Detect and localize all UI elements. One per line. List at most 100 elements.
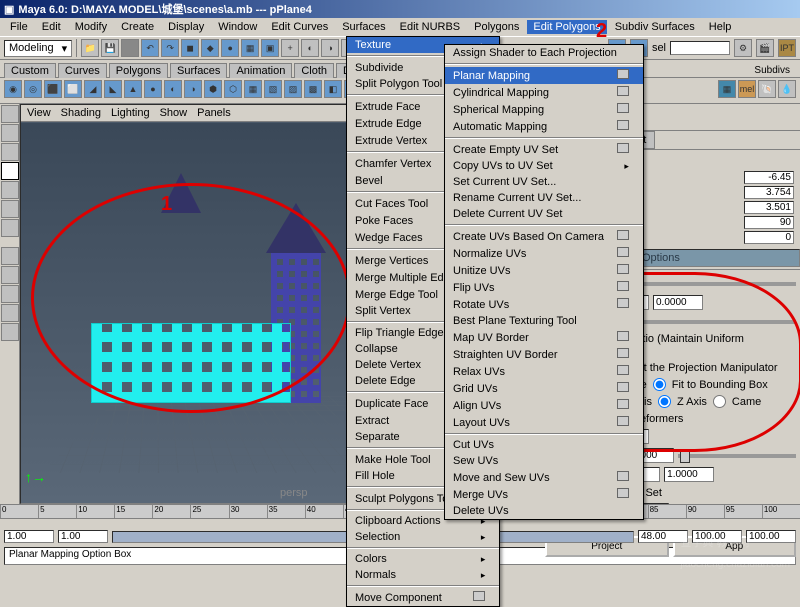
menu-edit[interactable]: Edit [36, 20, 67, 34]
option-box-icon[interactable] [617, 264, 629, 274]
attr-value[interactable] [744, 231, 794, 244]
img-scale-y[interactable] [664, 467, 714, 482]
vp-menu-lighting[interactable]: Lighting [111, 107, 150, 119]
option-box-icon[interactable] [617, 399, 629, 409]
slider[interactable] [678, 454, 796, 458]
construction-history-icon[interactable]: ⚙ [734, 39, 752, 57]
menu-item[interactable]: Move and Sew UVs [445, 469, 643, 486]
option-box-icon[interactable] [617, 331, 629, 341]
shelf-tab-cloth[interactable]: Cloth [294, 63, 334, 78]
vp-menu-panels[interactable]: Panels [197, 107, 231, 119]
menu-edit-polygons[interactable]: Edit Polygons [527, 20, 606, 34]
menu-subdiv-surfaces[interactable]: Subdiv Surfaces [609, 20, 701, 34]
option-box-icon[interactable] [617, 69, 629, 79]
option-box-icon[interactable] [617, 365, 629, 375]
menu-item[interactable]: Relax UVs [445, 363, 643, 380]
menu-item[interactable]: Rename Current UV Set... [445, 190, 643, 206]
attr-value[interactable] [744, 201, 794, 214]
menu-item[interactable]: Sew UVs [445, 453, 643, 469]
menu-item[interactable]: Colors [347, 551, 499, 567]
manipulator-tool[interactable] [1, 200, 19, 218]
menu-item[interactable]: Cylindrical Mapping [445, 84, 643, 101]
select-tool[interactable] [1, 105, 19, 123]
menu-item[interactable]: Copy UVs to UV Set [445, 158, 643, 174]
menu-item[interactable]: Move Component [347, 589, 499, 606]
shelf-tab-animation[interactable]: Animation [229, 63, 292, 78]
lasso-tool[interactable] [1, 124, 19, 142]
start-frame[interactable] [4, 530, 54, 543]
menu-item[interactable]: Flip UVs [445, 279, 643, 296]
graph-view[interactable] [1, 323, 19, 341]
vp-menu-shading[interactable]: Shading [61, 107, 101, 119]
axis-radio[interactable] [713, 395, 726, 408]
menubar[interactable]: FileEditModifyCreateDisplayWindowEdit Cu… [0, 18, 800, 36]
single-view[interactable] [1, 247, 19, 265]
shelf-tab-custom[interactable]: Custom [4, 63, 56, 78]
range-start[interactable] [58, 530, 108, 543]
axis-radio[interactable] [658, 395, 671, 408]
rotate-tool[interactable] [1, 162, 19, 180]
menu-item[interactable]: Delete Current UV Set [445, 206, 643, 222]
menu-item[interactable]: Merge UVs [445, 486, 643, 503]
fit-bbox-radio[interactable] [653, 378, 666, 391]
vp-menu-show[interactable]: Show [160, 107, 188, 119]
toolbox-left[interactable] [0, 104, 20, 504]
menu-item[interactable]: Straighten UV Border [445, 346, 643, 363]
menu-item[interactable]: Align UVs [445, 397, 643, 414]
menu-window[interactable]: Window [212, 20, 263, 34]
menu-item[interactable]: Set Current UV Set... [445, 174, 643, 190]
menu-edit-nurbs[interactable]: Edit NURBS [394, 20, 467, 34]
vp-menu-view[interactable]: View [27, 107, 51, 119]
menu-item[interactable]: Create Empty UV Set [445, 141, 643, 158]
menu-item[interactable]: Map UV Border [445, 329, 643, 346]
render-icon[interactable]: 🎬 [756, 39, 774, 57]
outline-view[interactable] [1, 285, 19, 303]
texture-submenu[interactable]: Assign Shader to Each Projection Planar M… [444, 44, 644, 520]
option-box-icon[interactable] [617, 230, 629, 240]
option-box-icon[interactable] [617, 382, 629, 392]
menu-item[interactable]: Create UVs Based On Camera [445, 228, 643, 245]
menu-polygons[interactable]: Polygons [468, 20, 525, 34]
sel-input[interactable] [670, 41, 730, 55]
attr-value[interactable] [744, 171, 794, 184]
shelf-tab-curves[interactable]: Curves [58, 63, 107, 78]
four-view[interactable] [1, 266, 19, 284]
menu-item[interactable]: Layout UVs [445, 414, 643, 431]
shelf-tab-surfaces[interactable]: Surfaces [170, 63, 227, 78]
move-tool[interactable] [1, 143, 19, 161]
option-box-icon[interactable] [617, 348, 629, 358]
menu-item[interactable]: Selection [347, 529, 499, 545]
menu-edit-curves[interactable]: Edit Curves [265, 20, 334, 34]
option-box-icon[interactable] [617, 86, 629, 96]
menu-item[interactable]: Cut UVs [445, 437, 643, 453]
option-box-icon[interactable] [617, 298, 629, 308]
menu-file[interactable]: File [4, 20, 34, 34]
attr-value[interactable] [744, 186, 794, 199]
menu-help[interactable]: Help [703, 20, 738, 34]
menu-surfaces[interactable]: Surfaces [336, 20, 391, 34]
menu-item[interactable]: Best Plane Texturing Tool [445, 313, 643, 329]
option-box-icon[interactable] [617, 281, 629, 291]
menu-item[interactable]: Normalize UVs [445, 245, 643, 262]
menu-item[interactable]: Normals [347, 567, 499, 583]
menu-modify[interactable]: Modify [69, 20, 113, 34]
option-box-icon[interactable] [617, 143, 629, 153]
field[interactable] [653, 295, 703, 310]
menu-item[interactable]: Unitize UVs [445, 262, 643, 279]
menu-item[interactable]: Assign Shader to Each Projection [445, 45, 643, 61]
menu-item[interactable]: Planar Mapping [445, 67, 643, 84]
menu-create[interactable]: Create [115, 20, 160, 34]
castle-mesh[interactable] [91, 233, 321, 403]
option-box-icon[interactable] [617, 120, 629, 130]
option-box-icon[interactable] [617, 247, 629, 257]
menu-item[interactable]: Automatic Mapping [445, 118, 643, 135]
option-box-icon[interactable] [617, 471, 629, 481]
option-box-icon[interactable] [617, 103, 629, 113]
option-box-icon[interactable] [617, 488, 629, 498]
menu-item[interactable]: Spherical Mapping [445, 101, 643, 118]
last-tool[interactable] [1, 219, 19, 237]
mode-selector[interactable]: Modeling ▾ [4, 40, 72, 57]
option-box-icon[interactable] [617, 416, 629, 426]
attr-value[interactable] [744, 216, 794, 229]
menu-item[interactable]: Delete UVs [445, 503, 643, 519]
